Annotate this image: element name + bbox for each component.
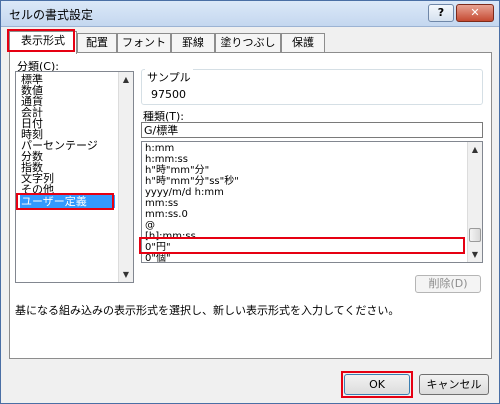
category-list[interactable]: 標準 数値 通貨 会計 日付 時刻 パーセンテージ 分数 指数 文字列 その他 … — [15, 71, 134, 283]
cancel-button[interactable]: キャンセル — [419, 374, 489, 395]
description-text: 基になる組み込みの表示形式を選択し、新しい表示形式を入力してください。 — [15, 304, 400, 317]
tab-border[interactable]: 罫線 — [171, 33, 215, 53]
format-item[interactable]: mm:ss.0 — [145, 209, 188, 220]
format-item-yen[interactable]: 0"円" — [145, 242, 171, 253]
tab-label: 表示形式 — [21, 34, 65, 47]
help-icon: ? — [437, 6, 445, 19]
tab-label: 保護 — [292, 36, 314, 49]
format-item[interactable]: [h]:mm:ss — [145, 231, 196, 242]
format-item[interactable]: yyyy/m/d h:mm — [145, 187, 224, 198]
type-input[interactable] — [141, 122, 483, 138]
tab-fill[interactable]: 塗りつぶし — [215, 33, 281, 53]
close-icon: ✕ — [470, 6, 480, 19]
dialog-title: セルの書式設定 — [9, 8, 94, 22]
tab-number-format[interactable]: 表示形式 — [9, 31, 77, 54]
help-button[interactable]: ? — [428, 4, 454, 22]
format-item[interactable]: h:mm — [145, 143, 174, 154]
scroll-up-arrow-icon[interactable]: ▲ — [119, 72, 133, 87]
title-bar[interactable]: セルの書式設定 ? ✕ — [1, 1, 499, 27]
format-item[interactable]: @ — [145, 220, 155, 231]
tab-font[interactable]: フォント — [117, 33, 171, 53]
category-item-special[interactable]: その他 — [21, 184, 54, 195]
category-item-custom[interactable]: ユーザー定義 — [20, 195, 115, 208]
format-item[interactable]: mm:ss — [145, 198, 178, 209]
sample-label: サンプル — [145, 69, 193, 85]
format-item[interactable]: h"時"mm"分" — [145, 165, 209, 176]
category-scrollbar[interactable]: ▲ ▼ — [118, 72, 133, 282]
tab-label: 塗りつぶし — [220, 36, 276, 49]
close-button[interactable]: ✕ — [456, 4, 494, 22]
scroll-down-arrow-icon[interactable]: ▼ — [468, 247, 482, 262]
scroll-up-arrow-icon[interactable]: ▲ — [468, 142, 482, 157]
delete-button[interactable]: 削除(D) — [415, 275, 481, 293]
format-item[interactable]: h:mm:ss — [145, 154, 188, 165]
format-item[interactable]: h"時"mm"分"ss"秒" — [145, 176, 239, 187]
format-scrollbar[interactable]: ▲ ▼ — [467, 142, 482, 262]
sample-value: 97500 — [151, 88, 186, 101]
format-item[interactable]: 0"個" — [145, 253, 171, 262]
tab-protection[interactable]: 保護 — [281, 33, 325, 53]
tab-label: フォント — [122, 36, 166, 49]
scroll-down-arrow-icon[interactable]: ▼ — [119, 267, 133, 282]
scroll-thumb[interactable] — [469, 228, 481, 242]
tab-alignment[interactable]: 配置 — [77, 33, 117, 53]
tab-label: 罫線 — [182, 36, 204, 49]
format-list[interactable]: h:mm h:mm:ss h"時"mm"分" h"時"mm"分"ss"秒" yy… — [141, 141, 483, 263]
tab-label: 配置 — [86, 36, 108, 49]
format-cells-dialog: セルの書式設定 ? ✕ 表示形式 配置 フォント 罫線 塗りつぶし 保護 分類(… — [0, 0, 500, 404]
ok-button[interactable]: OK — [344, 374, 410, 395]
